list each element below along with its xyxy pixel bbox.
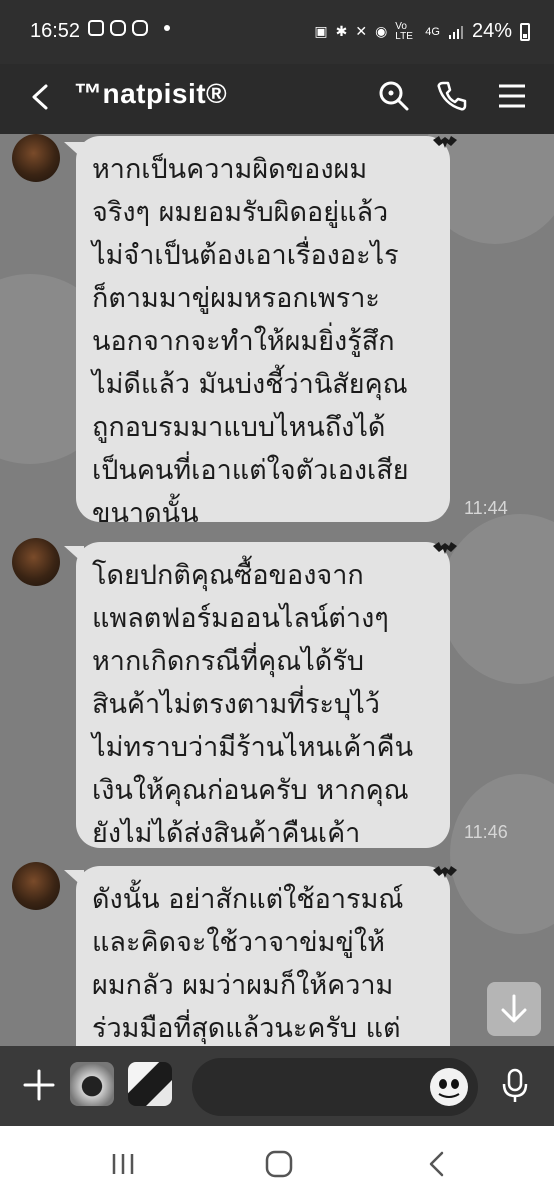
gallery-icon	[88, 20, 104, 36]
network-label: 4G	[425, 25, 440, 38]
system-nav-bar	[0, 1126, 554, 1201]
chat-area[interactable]: หากเป็นความผิดของผม จริงๆ ผมยอมรับผิดอยู…	[0, 134, 554, 1046]
message-line: แพลตฟอร์มออนไลน์ต่างๆ	[92, 603, 389, 634]
message-line: เงินให้คุณก่อนครับ หากคุณ	[92, 775, 409, 806]
message-line: ร่วมมือที่สุดแล้วนะครับ แต่	[92, 1013, 401, 1044]
arrow-down-icon	[501, 994, 527, 1023]
message-line: และคิดจะใช้วาจาข่มขู่ให้	[92, 927, 385, 958]
message-input[interactable]	[192, 1058, 478, 1116]
status-time: 16:52	[30, 20, 81, 42]
chat-header: ™natpisit®	[0, 64, 554, 134]
message-line: ยังไม่ได้ส่งสินค้าคืนเค้า	[92, 818, 361, 849]
message-line: สินค้าไม่ตรงตามที่ระบุไว้	[92, 689, 380, 720]
bluetooth-icon: ✱	[335, 23, 348, 39]
mute-icon: ✕	[355, 23, 368, 39]
camera-sticker-icon[interactable]	[70, 1062, 114, 1106]
message-time: 11:46	[464, 822, 508, 842]
message-line: ดังนั้น อย่าสักแต่ใช้อารมณ์	[92, 884, 404, 915]
hotspot-icon: ◉	[375, 23, 388, 39]
message-bubble[interactable]: หากเป็นความผิดของผม จริงๆ ผมยอมรับผิดอยู…	[76, 136, 450, 529]
microphone-icon[interactable]	[500, 1068, 530, 1104]
notification-icons	[88, 20, 170, 36]
search-icon[interactable]	[378, 80, 410, 112]
message-line: ขนาดนั้น	[92, 498, 199, 529]
message-line: โดยปกติคุณซื้อของจาก	[92, 560, 364, 591]
emoji-face-icon[interactable]	[430, 1068, 468, 1106]
message-line: ไม่จำเป็นต้องเอาเรื่องอะไร	[92, 240, 399, 271]
battery-percent: 24%	[471, 20, 512, 42]
instagram-icon-2	[132, 20, 148, 36]
message-line: ไม่ทราบว่ามีร้านไหนเค้าคืน	[92, 732, 414, 763]
avatar[interactable]	[12, 538, 60, 586]
instagram-icon	[110, 20, 126, 36]
bat-sticker-icon	[433, 136, 457, 148]
scroll-to-bottom-button[interactable]	[487, 982, 541, 1036]
more-notifications-icon	[164, 25, 170, 31]
status-bar: 16:52 ▣ ✱ ✕ ◉ Vo LTE 4G 24%	[0, 0, 554, 64]
message-line: ผมกลัว ผมว่าผมก็ให้ความ	[92, 970, 394, 1001]
home-icon[interactable]	[264, 1150, 294, 1178]
message-bubble[interactable]: ดังนั้น อย่าสักแต่ใช้อารมณ์ และคิดจะใช้ว…	[76, 866, 450, 1046]
back-arrow-icon[interactable]	[26, 82, 56, 112]
volte-label: Vo LTE	[395, 20, 413, 42]
wallpaper-face	[440, 514, 554, 684]
signal-icon	[448, 25, 463, 39]
battery-icon	[520, 22, 530, 41]
bat-sticker-icon	[433, 542, 457, 554]
message-line: นอกจากจะทำให้ผมยิ่งรู้สึก	[92, 326, 395, 357]
message-time: 11:44	[464, 498, 508, 518]
message-line: ก็ตามมาขู่ผมหรอกเพราะ	[92, 283, 380, 314]
nav-back-icon[interactable]	[422, 1150, 452, 1178]
menu-icon[interactable]	[496, 80, 528, 112]
message-bubble[interactable]: โดยปกติคุณซื้อของจาก แพลตฟอร์มออนไลน์ต่า…	[76, 542, 450, 849]
wallpaper-face	[450, 774, 554, 934]
chat-title[interactable]: ™natpisit®	[74, 78, 227, 110]
message-line: หากเป็นความผิดของผม	[92, 154, 368, 185]
recents-icon[interactable]	[108, 1150, 138, 1178]
plus-icon[interactable]	[22, 1068, 56, 1102]
battery-saver-icon: ▣	[314, 23, 328, 39]
avatar[interactable]	[12, 862, 60, 910]
message-input-bar	[0, 1046, 554, 1126]
message-line: จริงๆ ผมยอมรับผิดอยู่แล้ว	[92, 197, 389, 228]
bat-sticker-icon	[433, 866, 457, 878]
system-icons: ▣ ✱ ✕ ◉ Vo LTE 4G 24%	[314, 20, 530, 43]
message-line: หากเกิดกรณีที่คุณได้รับ	[92, 646, 364, 677]
message-line: เป็นคนที่เอาแต่ใจตัวเองเสีย	[92, 455, 409, 486]
message-line: ไม่ดีแล้ว มันบ่งชี้ว่านิสัยคุณ	[92, 369, 408, 400]
photo-sticker-icon[interactable]	[128, 1062, 172, 1106]
avatar[interactable]	[12, 134, 60, 182]
message-line: ถูกอบรมมาแบบไหนถึงได้	[92, 412, 386, 443]
phone-icon[interactable]	[436, 80, 468, 112]
